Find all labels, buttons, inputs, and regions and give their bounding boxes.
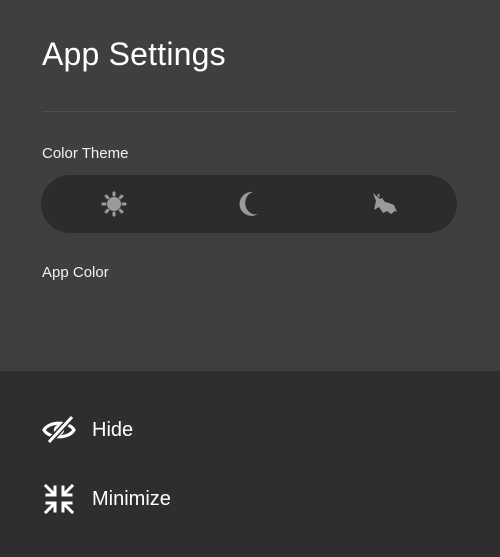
actions-section: Hide Minimize xyxy=(0,371,500,557)
hide-label: Hide xyxy=(92,418,134,441)
eye-slash-icon xyxy=(40,411,78,449)
moon-icon xyxy=(236,190,262,218)
minimize-label: Minimize xyxy=(92,487,171,510)
theme-switch xyxy=(41,175,457,233)
settings-panel: App Settings Color Theme App Color Hide … xyxy=(0,0,500,557)
bat-icon xyxy=(369,190,399,218)
sun-icon xyxy=(100,190,128,218)
color-theme-label: Color Theme xyxy=(42,145,129,162)
theme-option-light[interactable] xyxy=(45,175,183,233)
page-title: App Settings xyxy=(42,36,226,72)
minimize-button[interactable]: Minimize xyxy=(40,477,340,521)
app-color-label: App Color xyxy=(42,264,109,281)
minimize-icon xyxy=(40,480,78,518)
theme-option-halloween[interactable] xyxy=(315,175,453,233)
hide-button[interactable]: Hide xyxy=(40,408,340,452)
theme-option-dark[interactable] xyxy=(180,175,318,233)
settings-section: App Settings Color Theme App Color xyxy=(0,0,500,371)
divider xyxy=(42,111,456,112)
